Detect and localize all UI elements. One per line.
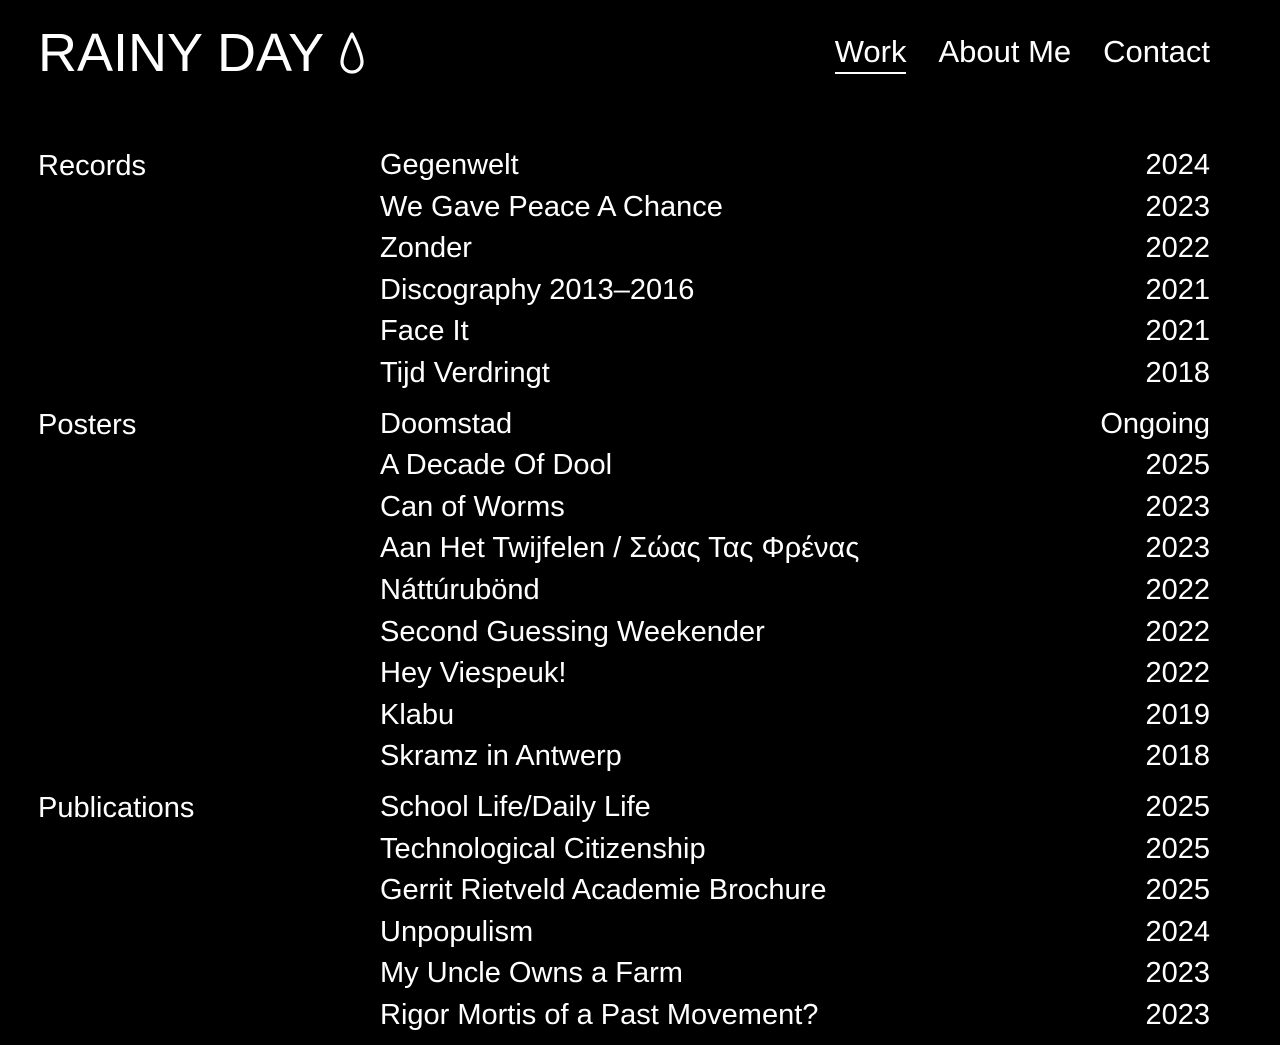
work-item-row[interactable]: My Uncle Owns a Farm 2023 — [380, 953, 1210, 995]
work-item-title: Klabu — [380, 698, 455, 731]
work-item-title: Gegenwelt — [380, 149, 519, 181]
work-item-title: Náttúrubönd — [380, 573, 540, 606]
work-item-year: 2022 — [1145, 615, 1210, 648]
work-item-row[interactable]: Technological Citizenship 2025 — [380, 829, 1210, 871]
work-item-year: 2023 — [1145, 490, 1210, 523]
work-item-year: 2021 — [1145, 315, 1210, 348]
nav-about-me[interactable]: About Me — [938, 32, 1071, 74]
work-item-year: 2025 — [1145, 449, 1210, 482]
work-item-row[interactable]: Skramz in Antwerp 2018 — [380, 736, 1210, 778]
section-items: Gegenwelt 2024 We Gave Peace A Chance 2023 Z… — [380, 145, 1210, 395]
logo-text: RAINY DAY — [38, 23, 325, 83]
work-item-title: Technological Citizenship — [380, 832, 706, 865]
work-item-row[interactable]: Tijd Verdringt 2018 — [380, 353, 1210, 395]
work-item-title: Unpopulism — [380, 915, 534, 948]
section-records: Records Gegenwelt 2024 We Gave Peace A Chan… — [0, 145, 1280, 395]
work-item-year: 2025 — [1145, 790, 1210, 823]
work-item-year: 2018 — [1145, 740, 1210, 773]
work-item-title: Rigor Mortis of a Past Movement? — [380, 998, 819, 1031]
work-item-year: 2025 — [1145, 832, 1210, 865]
work-item-row[interactable]: Discography 2013–2016 2021 — [380, 270, 1210, 312]
work-item-title: Hey Viespeuk! — [380, 657, 567, 690]
site-logo[interactable]: RAINY DAY — [38, 24, 366, 82]
nav-work[interactable]: Work — [834, 32, 907, 74]
work-item-title: A Decade Of Dool — [380, 449, 613, 482]
work-item-row[interactable]: Can of Worms 2023 — [380, 487, 1210, 529]
work-item-row[interactable]: School Life/Daily Life 2025 — [380, 787, 1210, 829]
work-item-row[interactable]: We Gave Peace A Chance 2023 — [380, 187, 1210, 229]
work-item-title: Second Guessing Weekender — [380, 615, 765, 648]
work-item-title: Aan Het Twijfelen / Σώας Τας Φρένας — [380, 532, 860, 565]
work-item-year: 2018 — [1145, 356, 1210, 389]
section-label: Publications — [38, 791, 195, 824]
work-item-year: 2023 — [1145, 532, 1210, 565]
work-item-row[interactable]: Doomstad Ongoing — [380, 404, 1210, 446]
work-item-row[interactable]: Second Guessing Weekender 2022 — [380, 612, 1210, 654]
work-item-row[interactable]: Zonder 2022 — [380, 228, 1210, 270]
work-item-year: 2021 — [1145, 273, 1210, 306]
work-item-title: Zonder — [380, 232, 472, 265]
nav-contact[interactable]: Contact — [1103, 32, 1210, 74]
work-item-year: 2024 — [1145, 149, 1210, 181]
site-header: RAINY DAY Work About Me Contact — [0, 0, 1280, 110]
section-label: Posters — [38, 408, 137, 441]
work-item-row[interactable]: Klabu 2019 — [380, 695, 1210, 737]
work-item-row[interactable]: Rigor Mortis of a Past Movement? 2023 — [380, 995, 1210, 1037]
main-nav: Work About Me Contact — [834, 32, 1210, 74]
section-posters: Posters Doomstad Ongoing A Decade Of Dool 20… — [0, 404, 1280, 778]
work-item-row[interactable]: Náttúrubönd 2022 — [380, 570, 1210, 612]
work-item-row[interactable]: Hey Viespeuk! 2022 — [380, 653, 1210, 695]
work-list: Records Gegenwelt 2024 We Gave Peace A Chan… — [0, 145, 1280, 1045]
work-item-row[interactable]: Aan Het Twijfelen / Σώας Τας Φρένας 2023 — [380, 528, 1210, 570]
work-item-title: Face It — [380, 315, 469, 348]
section-items: School Life/Daily Life 2025 Technological … — [380, 787, 1210, 1037]
work-item-year: 2022 — [1145, 657, 1210, 690]
work-item-year: 2022 — [1145, 573, 1210, 606]
work-item-title: School Life/Daily Life — [380, 790, 651, 823]
work-item-year: 2024 — [1145, 915, 1210, 948]
work-item-title: Can of Worms — [380, 490, 565, 523]
work-item-title: Discography 2013–2016 — [380, 273, 695, 306]
work-item-title: Skramz in Antwerp — [380, 740, 622, 773]
section-items: Doomstad Ongoing A Decade Of Dool 2025 Can o… — [380, 404, 1210, 778]
work-item-row[interactable]: Unpopulism 2024 — [380, 912, 1210, 954]
work-item-title: We Gave Peace A Chance — [380, 190, 723, 223]
work-item-title: Doomstad — [380, 407, 513, 440]
section-publications: Publications School Life/Daily Life 2025 Te… — [0, 787, 1280, 1037]
raindrop-icon — [340, 32, 364, 74]
work-item-year: 2022 — [1145, 232, 1210, 265]
work-item-year: Ongoing — [1100, 407, 1210, 440]
work-item-title: My Uncle Owns a Farm — [380, 957, 683, 990]
work-item-row[interactable]: Gerrit Rietveld Academie Brochure 2025 — [380, 870, 1210, 912]
work-item-title: Tijd Verdringt — [380, 356, 550, 389]
work-item-row[interactable]: Face It 2021 — [380, 311, 1210, 353]
work-item-title: Gerrit Rietveld Academie Brochure — [380, 874, 827, 907]
work-item-year: 2023 — [1145, 190, 1210, 223]
work-item-year: 2025 — [1145, 874, 1210, 907]
work-item-row[interactable]: Gegenwelt 2024 — [380, 145, 1210, 187]
work-item-row[interactable]: A Decade Of Dool 2025 — [380, 445, 1210, 487]
section-label: Records — [38, 150, 146, 182]
work-item-year: 2019 — [1145, 698, 1210, 731]
work-item-year: 2023 — [1145, 957, 1210, 990]
work-item-year: 2023 — [1145, 998, 1210, 1031]
